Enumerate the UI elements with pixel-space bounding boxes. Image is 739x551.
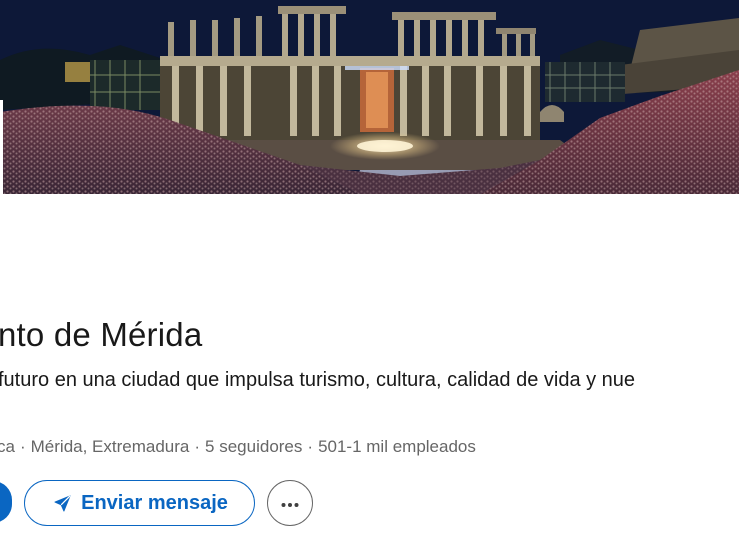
- follow-button[interactable]: [0, 481, 12, 523]
- theatre-photo: [0, 0, 739, 194]
- send-message-label: Enviar mensaje: [81, 491, 228, 514]
- company-location: Mérida, Extremadura: [30, 437, 190, 456]
- separator: ·: [19, 437, 26, 456]
- cover-photo: [0, 0, 739, 194]
- send-message-button[interactable]: Enviar mensaje: [24, 480, 255, 526]
- followers-count[interactable]: 5 seguidores: [205, 437, 302, 456]
- send-icon: [53, 494, 72, 513]
- separator: ·: [194, 437, 201, 456]
- company-meta: ca · Mérida, Extremadura · 5 seguidores · 501-…: [0, 437, 476, 457]
- company-name: nto de Mérida: [0, 316, 203, 353]
- employee-count[interactable]: 501-1 mil empleados: [318, 437, 476, 456]
- banner-edge: [0, 100, 3, 194]
- company-tagline: futuro en una ciudad que impulsa turismo…: [0, 369, 636, 391]
- company-category: ca: [0, 437, 15, 456]
- separator: ·: [307, 437, 314, 456]
- more-options-button[interactable]: [267, 480, 313, 526]
- more-icon: [280, 496, 300, 511]
- company-page: nto de Mérida futuro en una ciudad que i…: [0, 0, 739, 551]
